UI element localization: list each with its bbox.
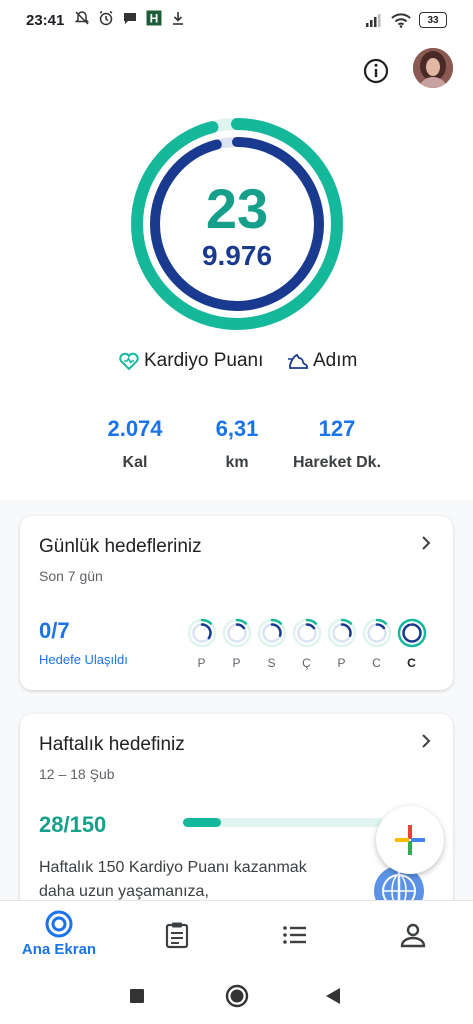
status-time: 23:41 (26, 12, 65, 29)
stat-label: Hareket Dk. (292, 454, 382, 471)
steps-value: 9.976 (201, 240, 273, 271)
activity-rings[interactable]: 23 9.976 (127, 114, 347, 334)
daily-goals-value: 0/7 (39, 618, 70, 643)
day-label: P (337, 656, 346, 670)
day-label: C (407, 656, 416, 670)
day-ring (292, 618, 321, 648)
stat-move-minutes: 127 Hareket Dk. (272, 416, 402, 472)
daily-goals-title: Günlük hedefleriniz (39, 536, 202, 557)
day-label: Ç (302, 656, 311, 670)
plus-icon (395, 825, 425, 855)
shoe-icon (288, 353, 308, 369)
nav-home[interactable]: Ana Ekran (0, 901, 118, 967)
day-label: C (372, 656, 381, 670)
status-bar: 23:41 H 33 (0, 0, 473, 44)
stat-label: Kal (122, 454, 148, 471)
heart-icon (119, 352, 139, 371)
home-rings-icon (45, 910, 73, 938)
top-app-bar (0, 44, 473, 100)
chat-bubble-icon (124, 13, 136, 24)
day-label: P (232, 656, 241, 670)
status-system-icons: 33 (365, 12, 447, 28)
cardio-legend: Kardiyo Puanı (118, 350, 263, 372)
profile-icon (400, 923, 426, 948)
list-icon (283, 926, 306, 944)
weekly-progress-fill (183, 818, 221, 827)
stat-calories: 2.074 Kal (85, 416, 185, 472)
day-ring (397, 618, 426, 648)
steps-legend-label: Adım (313, 350, 358, 371)
day-ring (257, 618, 286, 648)
cardio-legend-label: Kardiyo Puanı (144, 350, 264, 371)
stat-value: 2.074 (107, 416, 163, 441)
nav-home-label: Ana Ekran (21, 941, 97, 958)
info-icon[interactable] (362, 57, 390, 85)
alarm-icon (99, 10, 113, 26)
day-ring (187, 618, 216, 648)
weekly-goal-title: Haftalık hedefiniz (39, 734, 185, 755)
status-notification-icons: H (74, 10, 186, 26)
chevron-right-icon[interactable] (419, 534, 433, 552)
mute-bell-icon (74, 11, 90, 25)
chevron-right-icon[interactable] (419, 732, 433, 750)
weekly-progress-bar (183, 818, 383, 827)
svg-text:H: H (150, 12, 159, 26)
day-ring (362, 618, 391, 648)
daily-goals-value-label: Hedefe Ulaşıldı (39, 652, 128, 667)
weekly-goal-value: 28/150 (39, 812, 107, 837)
day-label: P (197, 656, 206, 670)
daily-goals-subtitle: Son 7 gün (39, 568, 103, 584)
nav-profile[interactable] (354, 901, 472, 967)
back-icon[interactable] (324, 986, 342, 1006)
add-button[interactable] (376, 806, 444, 874)
day-ring (222, 618, 251, 648)
week-day-rings: PPSÇPCC (184, 618, 429, 670)
steps-legend: Adım (287, 350, 357, 372)
home-icon[interactable] (224, 983, 250, 1009)
day-ring (327, 618, 356, 648)
day-ring-item: P (219, 618, 254, 670)
avatar[interactable] (413, 48, 453, 88)
wifi-icon (391, 12, 411, 28)
day-ring-item: P (324, 618, 359, 670)
daily-summary: 23 9.976 Kardiyo Puanı Adım 2.074 Kal 6,… (0, 100, 473, 500)
day-ring-item: C (359, 618, 394, 670)
day-label: S (267, 656, 276, 670)
battery-level: 33 (427, 14, 439, 26)
cardio-points-value: 23 (205, 177, 269, 240)
day-ring-item: Ç (289, 618, 324, 670)
recents-icon[interactable] (128, 987, 146, 1005)
signal-icon (366, 14, 381, 27)
weekly-goal-description: Haftalık 150 Kardiyo Puanı kazanmak daha… (39, 859, 307, 900)
day-ring-item: C (394, 618, 429, 670)
journal-icon (165, 922, 189, 949)
daily-goals-card[interactable]: Günlük hedefleriniz Son 7 gün 0/7 Hedefe… (20, 516, 453, 690)
app-h-icon: H (146, 10, 162, 26)
download-icon (173, 12, 183, 25)
day-ring-item: P (184, 618, 219, 670)
weekly-goal-subtitle: 12 – 18 Şub (39, 766, 115, 782)
system-nav-bar (0, 966, 473, 1024)
battery-icon: 33 (419, 12, 447, 28)
stat-value: 127 (318, 416, 356, 441)
bottom-nav: Ana Ekran (0, 900, 473, 967)
day-ring-item: S (254, 618, 289, 670)
nav-journal[interactable] (118, 901, 236, 967)
nav-browse[interactable] (236, 901, 354, 967)
